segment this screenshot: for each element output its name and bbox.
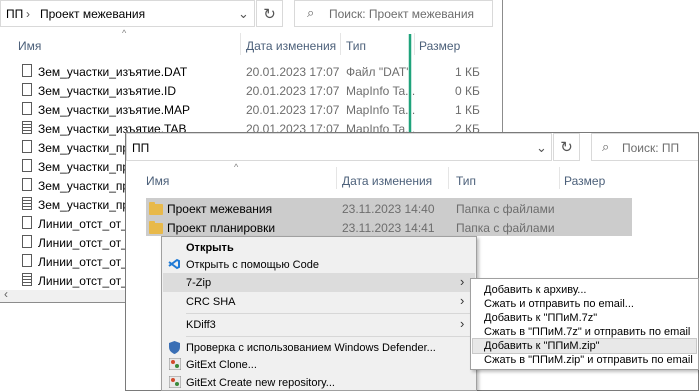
menu-item-7zip[interactable]: 7-Zip xyxy=(186,277,211,289)
column-header-date[interactable]: Дата изменения xyxy=(246,39,336,53)
address-bar[interactable]: ПП › Проект межевания ⌄ xyxy=(0,0,255,27)
folder-type: Папка с файлами xyxy=(456,221,555,235)
gitext-icon xyxy=(169,376,181,388)
gitext-icon xyxy=(169,358,181,370)
search-icon: ⌕ xyxy=(602,139,610,154)
refresh-button[interactable]: ↻ xyxy=(553,133,580,161)
column-header-type[interactable]: Тип xyxy=(456,174,476,188)
column-divider[interactable] xyxy=(336,167,337,189)
sort-caret-icon: ^ xyxy=(122,28,127,38)
column-header-date[interactable]: Дата изменения xyxy=(342,174,432,188)
submenu-arrow-icon: › xyxy=(460,274,465,289)
folder-date: 23.11.2023 14:41 xyxy=(342,221,435,235)
file-icon xyxy=(22,254,32,267)
file-icon xyxy=(22,216,32,229)
file-name[interactable]: Зем_участки_изъятие.ID xyxy=(38,84,176,98)
refresh-icon: ↻ xyxy=(263,5,276,23)
refresh-button[interactable]: ↻ xyxy=(256,0,283,27)
chevron-down-icon[interactable]: ⌄ xyxy=(536,140,547,156)
submenu-item-compress-zip-email[interactable]: Сжать в "ППиМ.zip" и отправить по email xyxy=(484,354,693,366)
breadcrumb-separator-icon: › xyxy=(26,7,30,21)
file-date: 20.01.2023 17:07 xyxy=(246,65,340,79)
search-input[interactable]: ⌕ Поиск: Проект межевания xyxy=(294,0,493,27)
folder-icon xyxy=(149,202,163,215)
breadcrumb-item-current[interactable]: Проект межевания xyxy=(40,7,145,21)
menu-separator xyxy=(186,313,472,314)
submenu-arrow-icon: › xyxy=(460,293,465,308)
folder-name[interactable]: Проект межевания xyxy=(167,202,272,216)
submenu-item-add-to-archive[interactable]: Добавить к архиву... xyxy=(484,284,586,296)
file-name[interactable]: Зем_участки_изъятие.MAP xyxy=(38,103,190,117)
file-date: 20.01.2023 17:07 xyxy=(246,103,340,117)
menu-item-kdiff3[interactable]: KDiff3 xyxy=(186,319,216,331)
column-divider[interactable] xyxy=(240,33,241,55)
file-size: 1 КБ xyxy=(455,65,480,79)
submenu-7zip: Добавить к архиву... Сжать и отправить п… xyxy=(470,278,699,370)
file-icon xyxy=(22,83,32,96)
menu-item-defender-scan[interactable]: Проверка с использованием Windows Defend… xyxy=(186,342,436,354)
search-placeholder: Поиск: ПП xyxy=(622,141,680,155)
breadcrumb-item-pp[interactable]: ПП xyxy=(132,141,149,155)
file-name[interactable]: Зем_участки_изъятие.DAT xyxy=(38,65,187,79)
file-icon xyxy=(22,159,32,172)
file-icon xyxy=(22,178,32,191)
menu-item-crc-sha[interactable]: CRC SHA xyxy=(186,296,236,308)
column-divider[interactable] xyxy=(340,33,341,55)
menu-item-open[interactable]: Открыть xyxy=(186,242,234,254)
column-divider[interactable] xyxy=(448,167,449,189)
column-header-name[interactable]: Имя xyxy=(18,39,41,53)
submenu-item-add-7z[interactable]: Добавить к "ППиМ.7z" xyxy=(484,312,597,324)
file-icon xyxy=(22,235,32,248)
search-input[interactable]: ⌕ Поиск: ПП xyxy=(591,133,698,161)
sort-caret-icon: ^ xyxy=(234,162,239,172)
vscode-icon xyxy=(168,258,180,270)
refresh-icon: ↻ xyxy=(560,139,573,156)
menu-item-gitext-create-repo[interactable]: GitExt Create new repository... xyxy=(186,377,335,389)
mapinfo-table-icon xyxy=(22,273,32,286)
submenu-arrow-icon: › xyxy=(460,316,465,331)
mapinfo-table-icon xyxy=(22,197,32,210)
scroll-left-icon[interactable]: ‹ xyxy=(4,287,8,301)
folder-name[interactable]: Проект планировки xyxy=(167,221,275,235)
file-size: 1 КБ xyxy=(455,103,480,117)
folder-type: Папка с файлами xyxy=(456,202,555,216)
chevron-down-icon[interactable]: ⌄ xyxy=(238,6,249,22)
horizontal-scrollbar[interactable]: ‹ xyxy=(0,287,126,302)
windows-defender-icon xyxy=(169,341,180,354)
column-header-name[interactable]: Имя xyxy=(146,174,169,188)
column-divider[interactable] xyxy=(559,167,560,189)
menu-item-open-with-code[interactable]: Открыть с помощью Code xyxy=(186,259,319,271)
column-header-size[interactable]: Размер xyxy=(419,39,460,53)
submenu-item-compress-email[interactable]: Сжать и отправить по email... xyxy=(484,298,634,310)
file-icon xyxy=(22,64,32,77)
column-header-size[interactable]: Размер xyxy=(564,174,605,188)
file-date: 20.01.2023 17:07 xyxy=(246,84,340,98)
folder-date: 23.11.2023 14:40 xyxy=(342,202,435,216)
file-icon xyxy=(22,102,32,115)
mapinfo-table-icon xyxy=(22,121,32,134)
menu-item-gitext-clone[interactable]: GitExt Clone... xyxy=(186,359,257,371)
menu-separator xyxy=(186,336,472,337)
folder-icon xyxy=(149,221,163,234)
search-icon: ⌕ xyxy=(307,5,315,20)
context-menu: Открыть Открыть с помощью Code 7-Zip › C… xyxy=(161,236,477,391)
search-placeholder: Поиск: Проект межевания xyxy=(329,7,475,21)
file-icon xyxy=(22,140,32,153)
file-size: 0 КБ xyxy=(455,84,480,98)
breadcrumb-item-pp[interactable]: ПП xyxy=(6,7,23,21)
submenu-item-add-zip[interactable]: Добавить к "ППиМ.zip" xyxy=(484,340,600,352)
address-bar[interactable]: ПП ⌄ xyxy=(126,133,552,161)
column-header-type[interactable]: Тип xyxy=(346,39,366,53)
submenu-item-compress-7z-email[interactable]: Сжать в "ППиМ.7z" и отправить по email xyxy=(484,326,690,338)
